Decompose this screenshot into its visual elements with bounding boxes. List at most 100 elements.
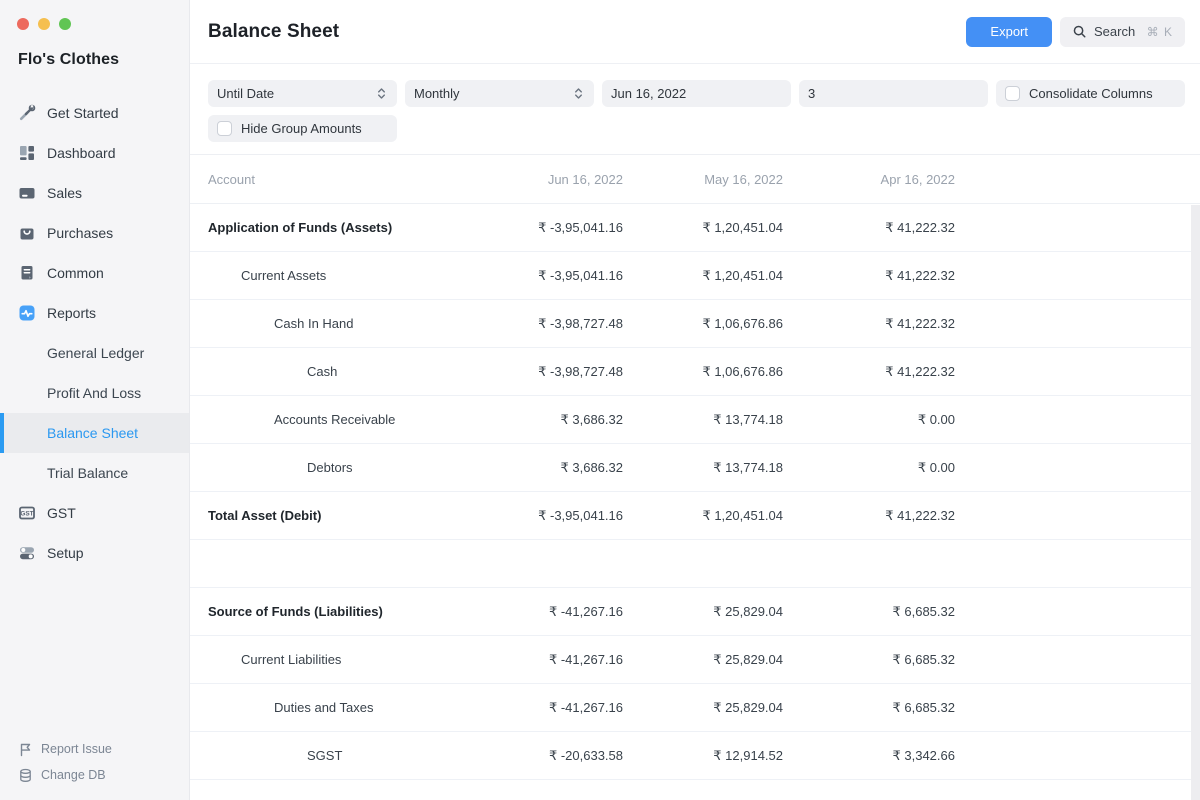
table-row: Duties and Taxes₹ -41,267.16₹ 25,829.04₹… <box>190 684 1200 732</box>
table-row: Cash₹ -3,98,727.48₹ 1,06,676.86₹ 41,222.… <box>190 348 1200 396</box>
credit-card-icon <box>18 184 36 202</box>
footer-link-label: Report Issue <box>41 742 112 756</box>
sidebar-item-sales[interactable]: Sales <box>0 173 189 213</box>
table-row: Total Asset (Debit)₹ -3,95,041.16₹ 1,20,… <box>190 492 1200 540</box>
export-button[interactable]: Export <box>966 17 1052 47</box>
checkbox-box <box>1005 86 1020 101</box>
database-icon <box>18 768 33 783</box>
sidebar-item-label: Setup <box>47 545 84 561</box>
table-row: Current Assets₹ -3,95,041.16₹ 1,20,451.0… <box>190 252 1200 300</box>
amount-cell: ₹ -3,95,041.16 <box>463 508 623 524</box>
checkbox-box <box>217 121 232 136</box>
table-row: Cash In Hand₹ -3,98,727.48₹ 1,06,676.86₹… <box>190 300 1200 348</box>
to-date-input[interactable]: Jun 16, 2022 <box>602 80 791 107</box>
column-header-period-1: Jun 16, 2022 <box>463 172 623 187</box>
column-header-account: Account <box>190 172 463 187</box>
amount-cell: ₹ 6,685.32 <box>783 604 955 620</box>
sidebar-item-trial-balance[interactable]: Trial Balance <box>0 453 189 493</box>
count-input[interactable]: 3 <box>799 80 988 107</box>
account-cell: Source of Funds (Liabilities) <box>190 604 463 619</box>
change-db-link[interactable]: Change DB <box>0 762 189 788</box>
consolidate-columns-label: Consolidate Columns <box>1029 86 1153 101</box>
period-basis-select[interactable]: Until Date <box>208 80 397 107</box>
flag-icon <box>18 742 33 757</box>
table-body: Application of Funds (Assets)₹ -3,95,041… <box>190 204 1200 780</box>
hide-group-amounts-checkbox[interactable]: Hide Group Amounts <box>208 115 397 142</box>
sidebar-item-get-started[interactable]: Get Started <box>0 93 189 133</box>
account-cell: Application of Funds (Assets) <box>190 220 463 235</box>
count-value: 3 <box>808 86 815 101</box>
amount-cell: ₹ 3,342.66 <box>783 748 955 764</box>
sidebar-item-purchases[interactable]: Purchases <box>0 213 189 253</box>
amount-cell: ₹ -3,95,041.16 <box>463 268 623 284</box>
amount-cell: ₹ 13,774.18 <box>623 412 783 428</box>
report-issue-link[interactable]: Report Issue <box>0 736 189 762</box>
account-cell: Total Asset (Debit) <box>190 508 463 523</box>
sidebar-subitem-label: Balance Sheet <box>47 425 138 441</box>
amount-cell: ₹ 41,222.32 <box>783 316 955 332</box>
search-button[interactable]: Search ⌘ K <box>1060 17 1185 47</box>
column-header-period-3: Apr 16, 2022 <box>783 172 955 187</box>
sidebar-footer: Report Issue Change DB <box>0 736 189 788</box>
svg-text:GST: GST <box>20 511 33 518</box>
sidebar-item-dashboard[interactable]: Dashboard <box>0 133 189 173</box>
main-panel: Balance Sheet Export Search ⌘ K Until Da… <box>190 0 1200 800</box>
table-row: Application of Funds (Assets)₹ -3,95,041… <box>190 204 1200 252</box>
sidebar-item-label: Common <box>47 265 104 281</box>
account-cell: Accounts Receivable <box>190 412 463 427</box>
account-cell: Current Liabilities <box>190 652 463 667</box>
consolidate-columns-checkbox[interactable]: Consolidate Columns <box>996 80 1185 107</box>
pulse-icon <box>18 304 36 322</box>
table-row: SGST₹ -20,633.58₹ 12,914.52₹ 3,342.66 <box>190 732 1200 780</box>
amount-cell: ₹ 25,829.04 <box>623 652 783 668</box>
amount-cell: ₹ 41,222.32 <box>783 364 955 380</box>
sidebar-item-profit-and-loss[interactable]: Profit And Loss <box>0 373 189 413</box>
vertical-scrollbar[interactable] <box>1191 205 1200 800</box>
amount-cell: ₹ 41,222.32 <box>783 220 955 236</box>
balance-sheet-table: Account Jun 16, 2022 May 16, 2022 Apr 16… <box>190 155 1200 780</box>
interval-select[interactable]: Monthly <box>405 80 594 107</box>
table-row: Accounts Receivable₹ 3,686.32₹ 13,774.18… <box>190 396 1200 444</box>
amount-cell: ₹ -41,267.16 <box>463 604 623 620</box>
period-basis-value: Until Date <box>217 86 274 101</box>
amount-cell: ₹ 3,686.32 <box>463 460 623 476</box>
footer-link-label: Change DB <box>41 768 106 782</box>
minimize-window-button[interactable] <box>38 18 50 30</box>
sidebar-item-label: Sales <box>47 185 82 201</box>
amount-cell: ₹ -20,633.58 <box>463 748 623 764</box>
amount-cell: ₹ 1,20,451.04 <box>623 508 783 524</box>
chevron-updown-icon <box>375 86 388 101</box>
close-window-button[interactable] <box>17 18 29 30</box>
sidebar-item-general-ledger[interactable]: General Ledger <box>0 333 189 373</box>
table-row: Debtors₹ 3,686.32₹ 13,774.18₹ 0.00 <box>190 444 1200 492</box>
sidebar-item-reports[interactable]: Reports <box>0 293 189 333</box>
sidebar-item-label: Get Started <box>47 105 119 121</box>
account-cell: Current Assets <box>190 268 463 283</box>
amount-cell: ₹ 13,774.18 <box>623 460 783 476</box>
app-window: Flo's Clothes Get Started Dashboard Sale… <box>0 0 1200 800</box>
company-name: Flo's Clothes <box>0 51 189 69</box>
grid-icon <box>18 144 36 162</box>
header-actions: Export Search ⌘ K <box>966 17 1185 47</box>
account-cell: Debtors <box>190 460 463 475</box>
amount-cell: ₹ 0.00 <box>783 460 955 476</box>
chevron-updown-icon <box>572 86 585 101</box>
tools-icon <box>18 104 36 122</box>
account-cell: Cash <box>190 364 463 379</box>
search-icon <box>1072 24 1087 39</box>
sidebar-item-common[interactable]: Common <box>0 253 189 293</box>
interval-value: Monthly <box>414 86 460 101</box>
amount-cell: ₹ -3,95,041.16 <box>463 220 623 236</box>
amount-cell: ₹ 1,20,451.04 <box>623 220 783 236</box>
amount-cell: ₹ 25,829.04 <box>623 700 783 716</box>
sidebar-item-setup[interactable]: Setup <box>0 533 189 573</box>
amount-cell: ₹ 12,914.52 <box>623 748 783 764</box>
sidebar-item-label: Purchases <box>47 225 113 241</box>
sidebar-item-balance-sheet[interactable]: Balance Sheet <box>0 413 189 453</box>
sidebar-item-gst[interactable]: GST GST <box>0 493 189 533</box>
document-icon <box>18 264 36 282</box>
sidebar-item-label: Dashboard <box>47 145 116 161</box>
search-shortcut: ⌘ K <box>1147 25 1173 39</box>
amount-cell: ₹ 41,222.32 <box>783 268 955 284</box>
maximize-window-button[interactable] <box>59 18 71 30</box>
